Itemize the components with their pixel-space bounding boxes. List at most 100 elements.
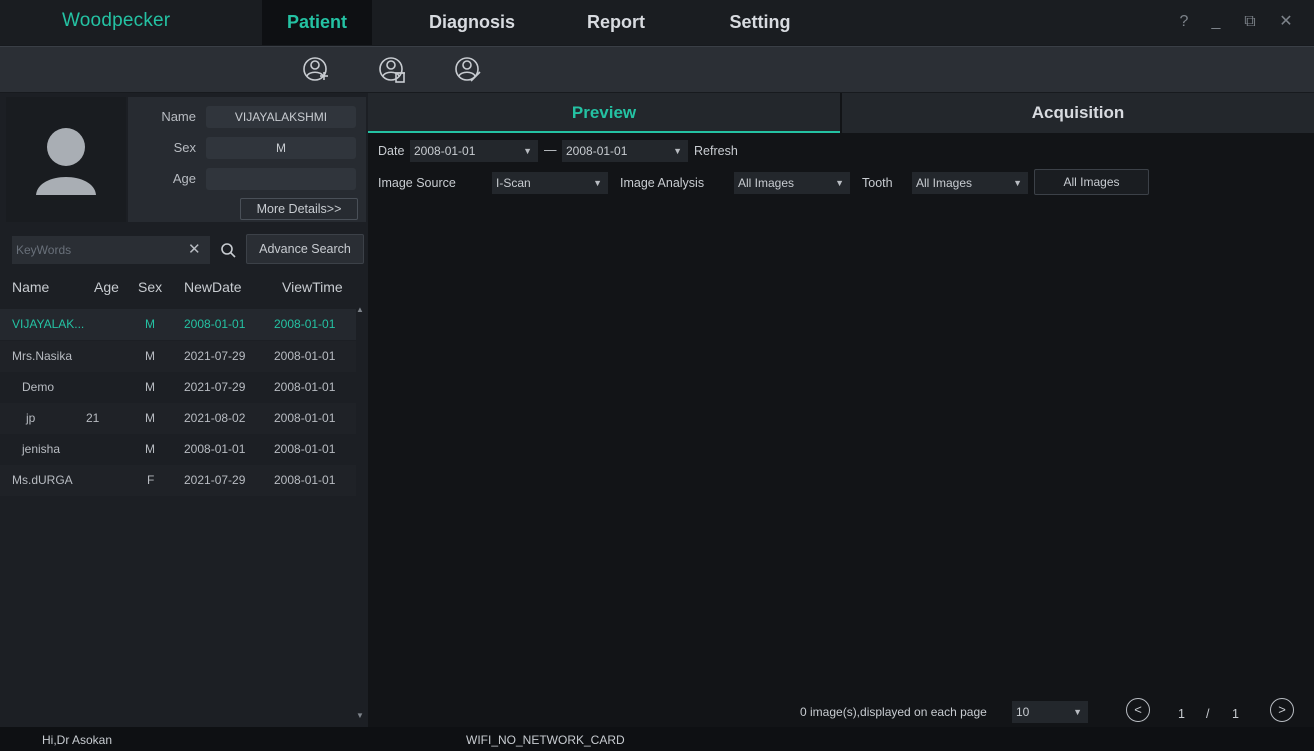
table-row[interactable]: jenisha M 2008-01-01 2008-01-01 bbox=[0, 434, 356, 465]
close-button[interactable]: ✕ bbox=[1276, 12, 1296, 32]
table-row[interactable]: VIJAYALAK... M 2008-01-01 2008-01-01 bbox=[0, 309, 356, 340]
restore-button[interactable]: ⧉ bbox=[1240, 12, 1260, 32]
total-pages: 1 bbox=[1232, 707, 1239, 721]
cell-viewtime: 2008-01-01 bbox=[274, 473, 336, 487]
advance-search-button[interactable]: Advance Search bbox=[246, 234, 364, 264]
all-images-button[interactable]: All Images bbox=[1034, 169, 1149, 195]
previous-page-icon[interactable]: < bbox=[1126, 698, 1150, 722]
toolbar bbox=[0, 46, 1314, 92]
image-analysis-label: Image Analysis bbox=[620, 176, 705, 190]
cell-age: 21 bbox=[86, 411, 100, 425]
tab-patient[interactable]: Patient bbox=[262, 0, 372, 45]
tooth-value: All Images bbox=[916, 176, 973, 190]
add-patient-icon[interactable] bbox=[302, 55, 332, 85]
cell-newdate: 2008-01-01 bbox=[184, 442, 246, 456]
column-header-age[interactable]: Age bbox=[94, 279, 119, 295]
refresh-button[interactable]: Refresh bbox=[694, 144, 738, 158]
cell-newdate: 2021-07-29 bbox=[184, 349, 246, 363]
scroll-down-icon[interactable]: ▼ bbox=[356, 711, 364, 721]
column-header-viewtime[interactable]: ViewTime bbox=[282, 279, 343, 295]
current-page: 1 bbox=[1178, 707, 1185, 721]
search-icon[interactable] bbox=[216, 236, 240, 264]
cell-newdate: 2021-07-29 bbox=[184, 473, 246, 487]
cell-name: jp bbox=[26, 411, 36, 425]
cell-viewtime: 2008-01-01 bbox=[274, 411, 336, 425]
date-label: Date bbox=[378, 144, 405, 158]
cell-name: jenisha bbox=[22, 442, 61, 456]
name-field: VIJAYALAKSHMI bbox=[206, 106, 356, 128]
table-row[interactable]: Mrs.Nasika M 2021-07-29 2008-01-01 bbox=[0, 341, 356, 372]
search-row: ✕ Advance Search bbox=[10, 234, 366, 264]
column-header-newdate[interactable]: NewDate bbox=[184, 279, 242, 295]
chevron-down-icon: ▼ bbox=[835, 178, 844, 188]
age-field bbox=[206, 168, 356, 190]
cell-sex: M bbox=[145, 317, 155, 331]
cell-viewtime: 2008-01-01 bbox=[274, 317, 336, 331]
per-page-select[interactable]: 10 ▼ bbox=[1012, 701, 1088, 723]
tab-preview[interactable]: Preview bbox=[368, 93, 840, 133]
person-icon bbox=[36, 128, 96, 195]
pagination-info: 0 image(s),displayed on each page bbox=[800, 705, 987, 719]
cell-newdate: 2021-08-02 bbox=[184, 411, 246, 425]
chevron-down-icon: ▼ bbox=[673, 146, 682, 156]
image-analysis-value: All Images bbox=[738, 176, 795, 190]
cell-sex: M bbox=[145, 380, 155, 394]
clear-icon[interactable]: ✕ bbox=[188, 240, 201, 258]
cell-name: Mrs.Nasika bbox=[12, 349, 73, 363]
cell-name: VIJAYALAK... bbox=[12, 317, 85, 331]
patient-info: Name VIJAYALAKSHMI Sex M Age More Detail… bbox=[128, 97, 366, 222]
cell-sex: M bbox=[145, 442, 155, 456]
table-row[interactable]: jp 21 M 2021-08-02 2008-01-01 bbox=[0, 403, 356, 434]
cell-viewtime: 2008-01-01 bbox=[274, 349, 336, 363]
name-label: Name bbox=[161, 109, 196, 124]
scroll-up-icon[interactable]: ▲ bbox=[356, 305, 364, 315]
tab-report[interactable]: Report bbox=[566, 0, 666, 45]
sex-label: Sex bbox=[173, 140, 196, 155]
per-page-value: 10 bbox=[1016, 705, 1030, 719]
app-logo: Woodpecker bbox=[62, 10, 171, 31]
age-label: Age bbox=[172, 171, 196, 186]
tab-acquisition[interactable]: Acquisition bbox=[842, 93, 1314, 133]
chevron-down-icon: ▼ bbox=[1073, 707, 1082, 717]
tooth-select[interactable]: All Images ▼ bbox=[912, 172, 1028, 194]
status-bar: Hi,Dr Asokan WIFI_NO_NETWORK_CARD bbox=[0, 727, 1314, 751]
preview-panel: Preview Acquisition Date 2008-01-01 ▼ — 2… bbox=[368, 93, 1314, 727]
cell-sex: M bbox=[145, 349, 155, 363]
table-row[interactable]: Demo M 2021-07-29 2008-01-01 bbox=[0, 372, 356, 403]
delete-patient-icon[interactable] bbox=[378, 55, 408, 85]
date-from-picker[interactable]: 2008-01-01 ▼ bbox=[410, 140, 538, 162]
network-status: WIFI_NO_NETWORK_CARD bbox=[466, 733, 625, 747]
date-from-value: 2008-01-01 bbox=[414, 144, 476, 158]
more-details-button[interactable]: More Details>> bbox=[240, 198, 358, 220]
help-button[interactable]: ? bbox=[1174, 12, 1194, 32]
next-page-icon[interactable]: > bbox=[1270, 698, 1294, 722]
column-header-sex[interactable]: Sex bbox=[138, 279, 162, 295]
cell-newdate: 2008-01-01 bbox=[184, 317, 246, 331]
date-to-picker[interactable]: 2008-01-01 ▼ bbox=[562, 140, 688, 162]
minimize-button[interactable]: _ bbox=[1206, 12, 1226, 32]
edit-patient-icon[interactable] bbox=[454, 55, 484, 85]
avatar bbox=[6, 97, 126, 222]
cell-sex: M bbox=[145, 411, 155, 425]
column-header-name[interactable]: Name bbox=[12, 279, 49, 295]
tooth-label: Tooth bbox=[862, 176, 893, 190]
image-source-select[interactable]: I-Scan ▼ bbox=[492, 172, 608, 194]
patient-panel: Name VIJAYALAKSHMI Sex M Age More Detail… bbox=[0, 93, 368, 727]
cell-name: Demo bbox=[22, 380, 55, 394]
sex-field: M bbox=[206, 137, 356, 159]
image-source-value: I-Scan bbox=[496, 176, 531, 190]
user-greeting: Hi,Dr Asokan bbox=[42, 733, 113, 747]
cell-newdate: 2021-07-29 bbox=[184, 380, 246, 394]
cell-viewtime: 2008-01-01 bbox=[274, 380, 336, 394]
date-to-value: 2008-01-01 bbox=[566, 144, 628, 158]
table-scrollbar[interactable] bbox=[356, 301, 366, 721]
keyword-search-input[interactable] bbox=[12, 236, 210, 264]
tab-diagnosis[interactable]: Diagnosis bbox=[412, 0, 532, 45]
cell-viewtime: 2008-01-01 bbox=[274, 442, 336, 456]
cell-name: Ms.dURGA bbox=[12, 473, 73, 487]
chevron-down-icon: ▼ bbox=[1013, 178, 1022, 188]
table-row[interactable]: Ms.dURGA F 2021-07-29 2008-01-01 bbox=[0, 465, 356, 496]
image-analysis-select[interactable]: All Images ▼ bbox=[734, 172, 850, 194]
tab-setting[interactable]: Setting bbox=[710, 0, 810, 45]
page-separator: / bbox=[1206, 707, 1210, 721]
